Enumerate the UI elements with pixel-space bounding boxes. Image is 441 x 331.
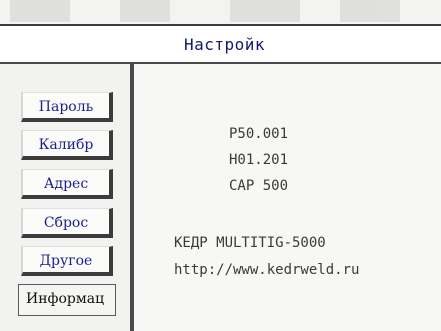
tab-calibration[interactable]: Калибр <box>21 130 113 160</box>
page-title: Настройк <box>184 35 266 54</box>
tab-info[interactable]: Информац <box>18 284 116 316</box>
website-url: http://www.kedrweld.ru <box>174 262 360 278</box>
settings-screen: Настройк Пароль Калибр Адрес Сброс Друго… <box>0 0 441 331</box>
info-panel: P50.001 H01.201 CAP 500 КЕДР MULTITIG-50… <box>134 64 441 331</box>
title-bar: Настройк <box>0 24 441 64</box>
tab-password[interactable]: Пароль <box>21 92 113 122</box>
tab-reset[interactable]: Сброс <box>21 208 113 238</box>
tab-address[interactable]: Адрес <box>21 169 113 199</box>
firmware-version: P50.001 <box>229 126 289 142</box>
sidebar-menu: Пароль Калибр Адрес Сброс Другое Информа… <box>0 64 130 331</box>
capacity-value: CAP 500 <box>229 178 289 194</box>
device-model: КЕДР MULTITIG-5000 <box>174 235 326 251</box>
hardware-version: H01.201 <box>229 152 289 168</box>
tab-other[interactable]: Другое <box>21 246 113 276</box>
